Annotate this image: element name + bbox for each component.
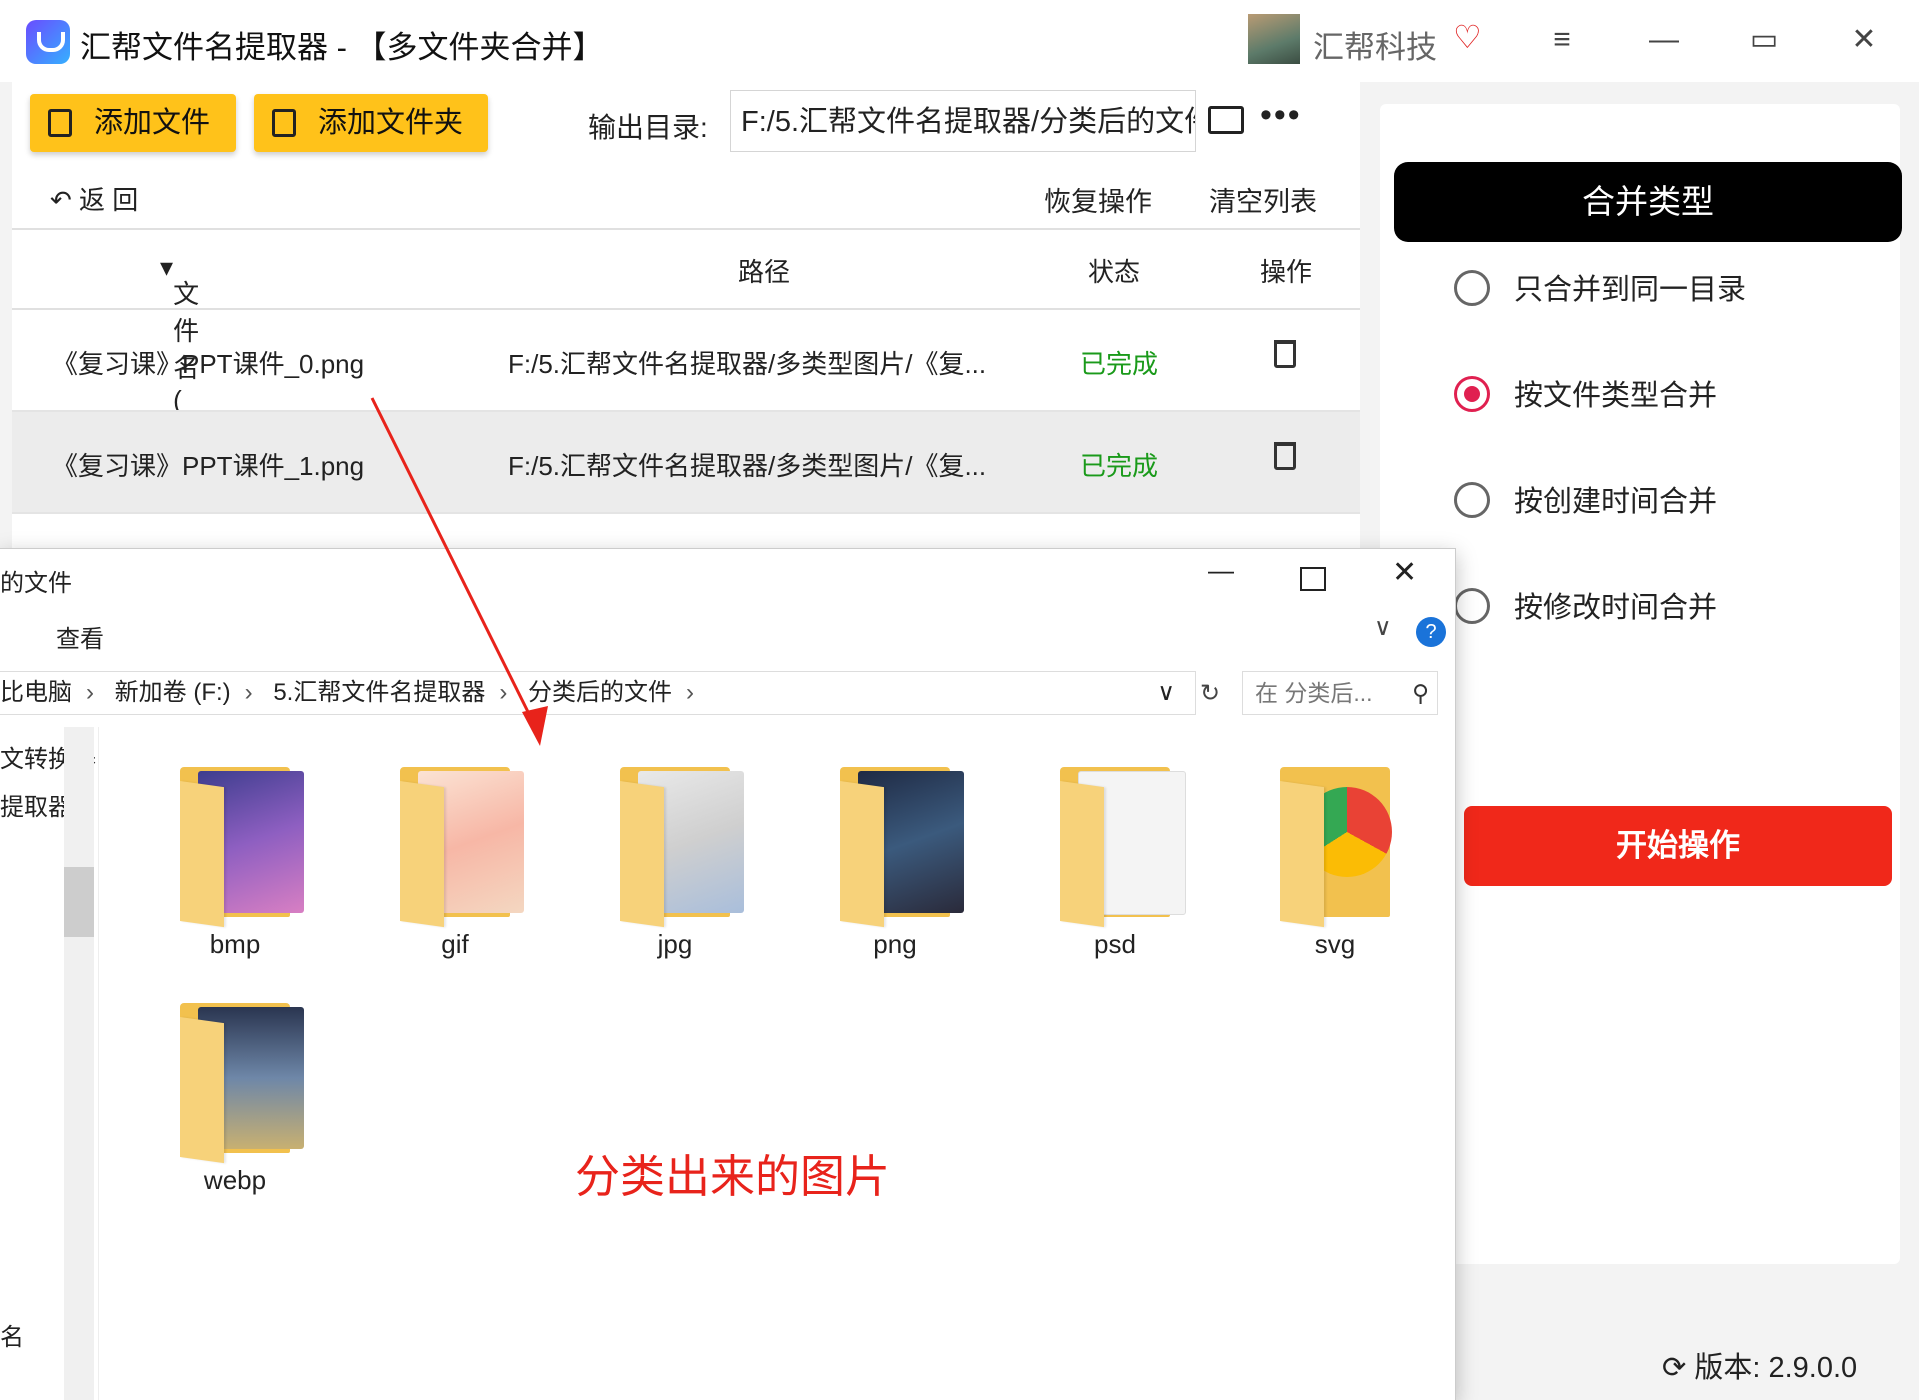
annotation-arrow [370,397,548,746]
